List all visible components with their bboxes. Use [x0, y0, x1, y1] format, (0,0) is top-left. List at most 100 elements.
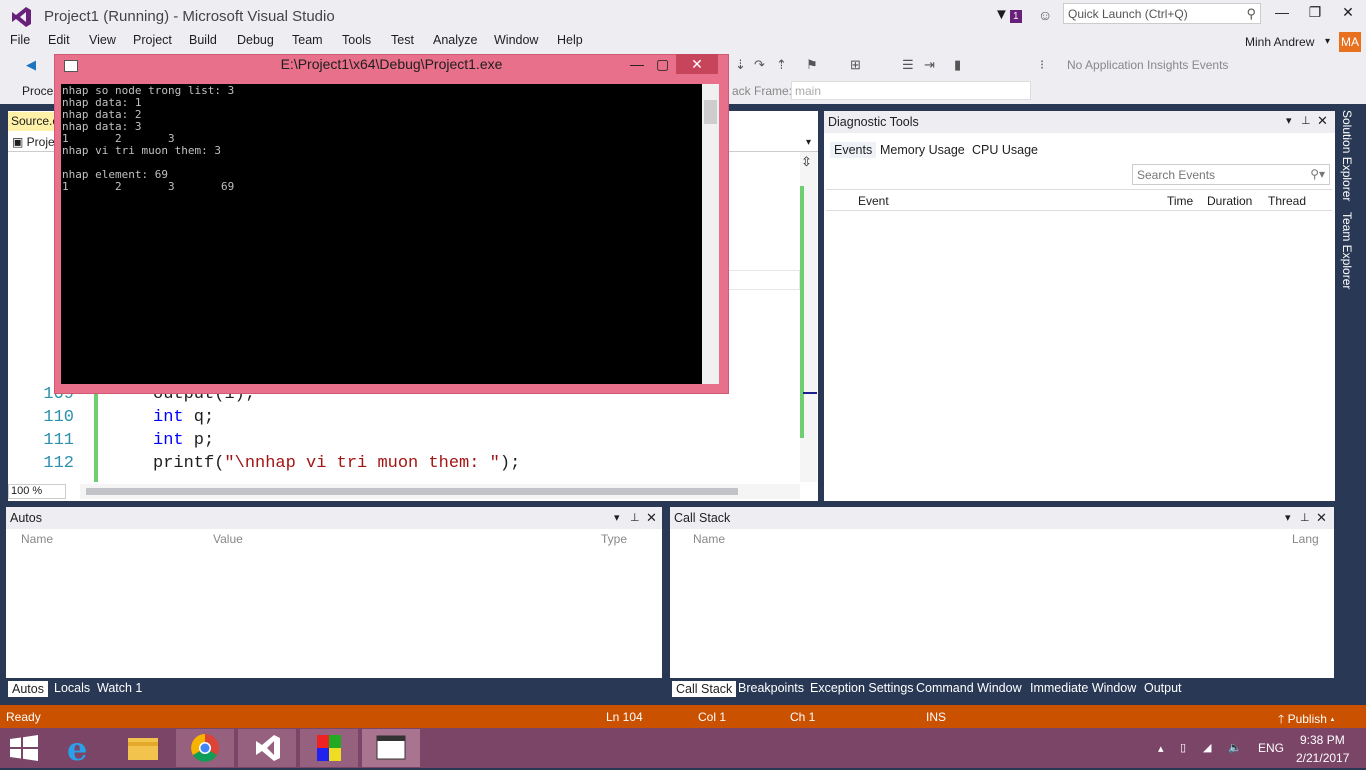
chevron-down-icon[interactable]: ▾ [1325, 36, 1330, 47]
split-icon[interactable]: ⇳ [801, 154, 812, 170]
panel-dropdown-icon[interactable]: ▾ [1286, 114, 1292, 127]
console-maximize-button[interactable]: ▢ [656, 56, 669, 73]
redo-icon[interactable]: ↷ [754, 57, 765, 73]
tab-locals[interactable]: Locals [54, 681, 90, 695]
app-icon[interactable] [300, 729, 358, 767]
tab-autos[interactable]: Autos [8, 681, 48, 697]
menu-tools[interactable]: Tools [342, 33, 371, 47]
thread-icon[interactable]: ⊞ [850, 57, 861, 73]
column-lang[interactable]: Lang [1292, 532, 1319, 546]
close-icon[interactable]: ✕ [1317, 113, 1328, 129]
tab-call-stack[interactable]: Call Stack [672, 681, 737, 697]
language-indicator[interactable]: ENG [1258, 741, 1284, 755]
console-minimize-button[interactable]: — [630, 56, 644, 72]
console-scrollbar[interactable] [702, 84, 719, 384]
line-number: 110 [43, 408, 74, 427]
notification-flag-icon[interactable]: ▼ [994, 6, 1009, 23]
console-close-button[interactable]: ✕ [676, 54, 718, 74]
side-tab-solution-explorer[interactable]: Solution Explorer [1340, 110, 1354, 201]
menu-view[interactable]: View [89, 33, 116, 47]
stack-frame-select[interactable]: main [791, 81, 1031, 100]
search-events-input[interactable]: Search Events ⚲▾ [1132, 164, 1330, 185]
chrome-icon[interactable] [176, 729, 234, 767]
zoom-select[interactable]: 100 % [8, 484, 66, 499]
back-icon[interactable]: ◀ [26, 57, 36, 73]
pin-icon[interactable]: ⊥ [630, 511, 640, 524]
menu-analyze[interactable]: Analyze [433, 33, 477, 47]
menu-debug[interactable]: Debug [237, 33, 274, 47]
file-explorer-icon[interactable] [114, 729, 172, 767]
status-bar [0, 705, 1366, 728]
console-scroll-thumb[interactable] [704, 100, 717, 124]
column-name[interactable]: Name [693, 532, 725, 546]
application-insights[interactable]: No Application Insights Events [1067, 58, 1228, 72]
chevron-up-icon[interactable]: ▴ [1158, 742, 1164, 755]
search-icon: ⚲▾ [1310, 167, 1325, 181]
device-icon[interactable]: ▯ [1180, 741, 1186, 754]
menu-help[interactable]: Help [557, 33, 583, 47]
step-down-icon[interactable]: ⇣ [735, 57, 746, 73]
tab-breakpoints[interactable]: Breakpoints [738, 681, 804, 695]
user-name[interactable]: Minh Andrew [1245, 35, 1314, 49]
toolbar-overflow-icon[interactable]: ⁝ [1040, 57, 1044, 73]
autos-title: Autos [10, 511, 42, 525]
close-icon[interactable]: ✕ [646, 510, 657, 526]
avatar[interactable]: MA [1339, 32, 1361, 52]
column-duration[interactable]: Duration [1207, 194, 1252, 208]
call-stack-panel [670, 507, 1334, 678]
quick-launch-input[interactable]: Quick Launch (Ctrl+Q) ⚲ [1063, 3, 1261, 24]
chevron-down-icon[interactable]: ▾ [806, 137, 811, 148]
pin-icon[interactable]: ⊥ [1300, 511, 1310, 524]
console-taskbar-icon[interactable] [362, 729, 420, 767]
column-type[interactable]: Type [601, 532, 627, 546]
column-time[interactable]: Time [1167, 194, 1193, 208]
volume-icon[interactable]: 🔈 [1228, 741, 1242, 754]
list-icon[interactable]: ☰ [902, 57, 914, 73]
minimize-button[interactable]: — [1268, 4, 1296, 24]
panel-dropdown-icon[interactable]: ▾ [1285, 511, 1291, 524]
tab-memory-usage[interactable]: Memory Usage [876, 142, 969, 158]
side-tab-team-explorer[interactable]: Team Explorer [1340, 212, 1354, 289]
menu-file[interactable]: File [10, 33, 30, 47]
scrollbar-change-marker [800, 186, 804, 438]
feedback-icon[interactable]: ☺ [1038, 7, 1052, 23]
clock-date[interactable]: 2/21/2017 [1296, 751, 1349, 765]
menu-test[interactable]: Test [391, 33, 414, 47]
column-name[interactable]: Name [21, 532, 53, 546]
maximize-button[interactable]: ❐ [1301, 4, 1329, 24]
step-up-icon[interactable]: ⇡ [776, 57, 787, 73]
bookmark-icon[interactable]: ▮ [954, 57, 961, 73]
windows-start-icon[interactable] [10, 735, 38, 761]
column-value[interactable]: Value [213, 532, 243, 546]
menu-window[interactable]: Window [494, 33, 538, 47]
tab-command-window[interactable]: Command Window [916, 681, 1022, 695]
menu-build[interactable]: Build [189, 33, 217, 47]
clock-time[interactable]: 9:38 PM [1300, 733, 1345, 747]
menu-project[interactable]: Project [133, 33, 172, 47]
pin-icon[interactable]: ⊥ [1301, 114, 1311, 127]
tab-watch-1[interactable]: Watch 1 [97, 681, 142, 695]
tab-cpu-usage[interactable]: CPU Usage [968, 142, 1042, 158]
close-button[interactable]: ✕ [1334, 4, 1362, 24]
close-icon[interactable]: ✕ [1316, 510, 1327, 526]
tab-exception-settings[interactable]: Exception Settings [810, 681, 914, 695]
tab-immediate-window[interactable]: Immediate Window [1030, 681, 1136, 695]
indent-icon[interactable]: ⇥ [924, 57, 935, 73]
menu-edit[interactable]: Edit [48, 33, 70, 47]
panel-dropdown-icon[interactable]: ▾ [614, 511, 620, 524]
project-dropdown[interactable]: ▣ Proje [12, 135, 55, 149]
filter-icon[interactable]: ⚑ [806, 57, 818, 73]
document-tab[interactable]: Source.c [8, 112, 58, 131]
tab-output[interactable]: Output [1144, 681, 1182, 695]
status-column: Col 1 [698, 710, 727, 724]
scroll-thumb[interactable] [86, 488, 738, 495]
column-event[interactable]: Event [858, 194, 889, 208]
menu-team[interactable]: Team [292, 33, 323, 47]
column-thread[interactable]: Thread [1268, 194, 1306, 208]
visual-studio-taskbar-icon[interactable] [238, 729, 296, 767]
signal-icon[interactable]: ◢ [1203, 741, 1211, 754]
internet-explorer-icon[interactable]: e [52, 729, 110, 768]
status-insert-mode: INS [926, 710, 947, 724]
line-number: 112 [43, 454, 74, 473]
tab-events[interactable]: Events [830, 142, 877, 158]
